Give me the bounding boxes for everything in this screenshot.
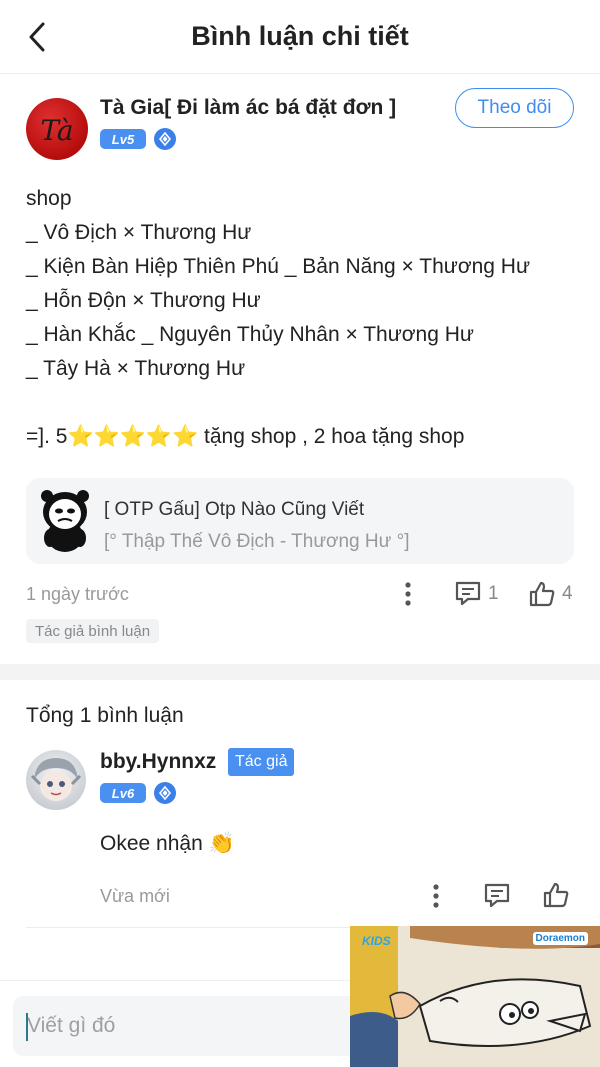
svg-text:Tà: Tà — [40, 114, 73, 147]
story-title: [ OTP Gấu] Otp Nào Cũng Viết — [104, 499, 365, 520]
reply-avatar[interactable] — [26, 750, 86, 810]
post-line: _ Tây Hà × Thương Hư — [26, 357, 246, 380]
total-comments-label: Tổng 1 bình luận — [26, 704, 184, 727]
kids-logo: KIDS — [362, 934, 391, 948]
reply-time: Vừa mới — [100, 886, 170, 906]
star-icons: ⭐⭐⭐⭐⭐ — [67, 425, 199, 448]
comment-icon[interactable] — [482, 881, 512, 911]
comment-icon — [455, 581, 481, 606]
more-options-icon[interactable] — [426, 882, 446, 910]
diamond-icon — [154, 782, 176, 804]
level-badge: Lv6 — [100, 783, 146, 803]
author-comment-tag: Tác giả bình luận — [26, 619, 160, 643]
panda-meme-icon — [38, 486, 92, 554]
doraemon-logo: Doraemon — [532, 932, 588, 945]
rating-suffix: tặng shop , 2 hoa tặng shop — [198, 425, 465, 448]
post-content: shop _ Vô Địch × Thương Hư _ Kiện Bàn Hi… — [26, 182, 580, 454]
reply-text: Okee nhận 👏 — [100, 832, 235, 856]
rating-prefix: =]. 5 — [26, 425, 68, 448]
author-badge: Tác giả — [228, 748, 295, 776]
reply-badges: Lv6 — [100, 782, 176, 804]
more-options-icon[interactable] — [398, 580, 418, 608]
reply-count: 1 — [488, 583, 499, 604]
text-caret — [26, 1013, 28, 1041]
rating-line: =]. 5⭐⭐⭐⭐⭐ tặng shop , 2 hoa tặng shop — [26, 420, 580, 454]
diamond-icon — [154, 128, 176, 150]
post-author-row: Tà Tà Gia[ Đi làm ác bá đặt đơn ] Lv5 Th… — [26, 88, 574, 160]
page-title: Bình luận chi tiết — [191, 21, 409, 51]
reply-button[interactable]: 1 — [454, 580, 499, 608]
reply-message: Okee nhận — [100, 832, 203, 855]
story-subtitle: [° Thập Thế Vô Địch - Thương Hư °] — [104, 531, 410, 552]
post-line: _ Vô Địch × Thương Hư — [26, 221, 252, 244]
header-bar: Bình luận chi tiết — [0, 0, 600, 74]
thumbs-up-icon[interactable] — [540, 879, 572, 911]
post-line: shop — [26, 187, 72, 210]
post-line: _ Hỗn Độn × Thương Hư — [26, 289, 261, 312]
level-badge: Lv5 — [100, 129, 146, 149]
section-divider — [0, 664, 600, 680]
reply-item: bby.Hynnxz Tác giả Lv6 Okee nhận 👏 Vừa m… — [26, 748, 574, 928]
thumbs-up-icon — [529, 581, 555, 607]
author-avatar[interactable]: Tà — [26, 98, 88, 160]
author-name[interactable]: Tà Gia[ Đi làm ác bá đặt đơn ] — [100, 96, 396, 120]
follow-button[interactable]: Theo dõi — [455, 88, 574, 128]
post-line: _ Hàn Khắc _ Nguyên Thủy Nhân × Thương H… — [26, 323, 474, 346]
post-time: 1 ngày trước — [26, 584, 129, 604]
floating-video-player[interactable]: KIDS Doraemon — [350, 926, 600, 1067]
post-line: _ Kiện Bàn Hiệp Thiên Phú _ Bản Năng × T… — [26, 255, 531, 278]
like-button[interactable]: 4 — [528, 580, 573, 608]
reply-author-name[interactable]: bby.Hynnxz — [100, 750, 216, 774]
like-count: 4 — [562, 583, 573, 604]
author-badges: Lv5 — [100, 128, 176, 150]
post-meta-row: 1 ngày trước 1 4 — [26, 580, 574, 610]
clapping-hands-icon: 👏 — [208, 832, 235, 855]
story-reference-card[interactable]: [ OTP Gấu] Otp Nào Cũng Viết [° Thập Thế… — [26, 478, 574, 564]
